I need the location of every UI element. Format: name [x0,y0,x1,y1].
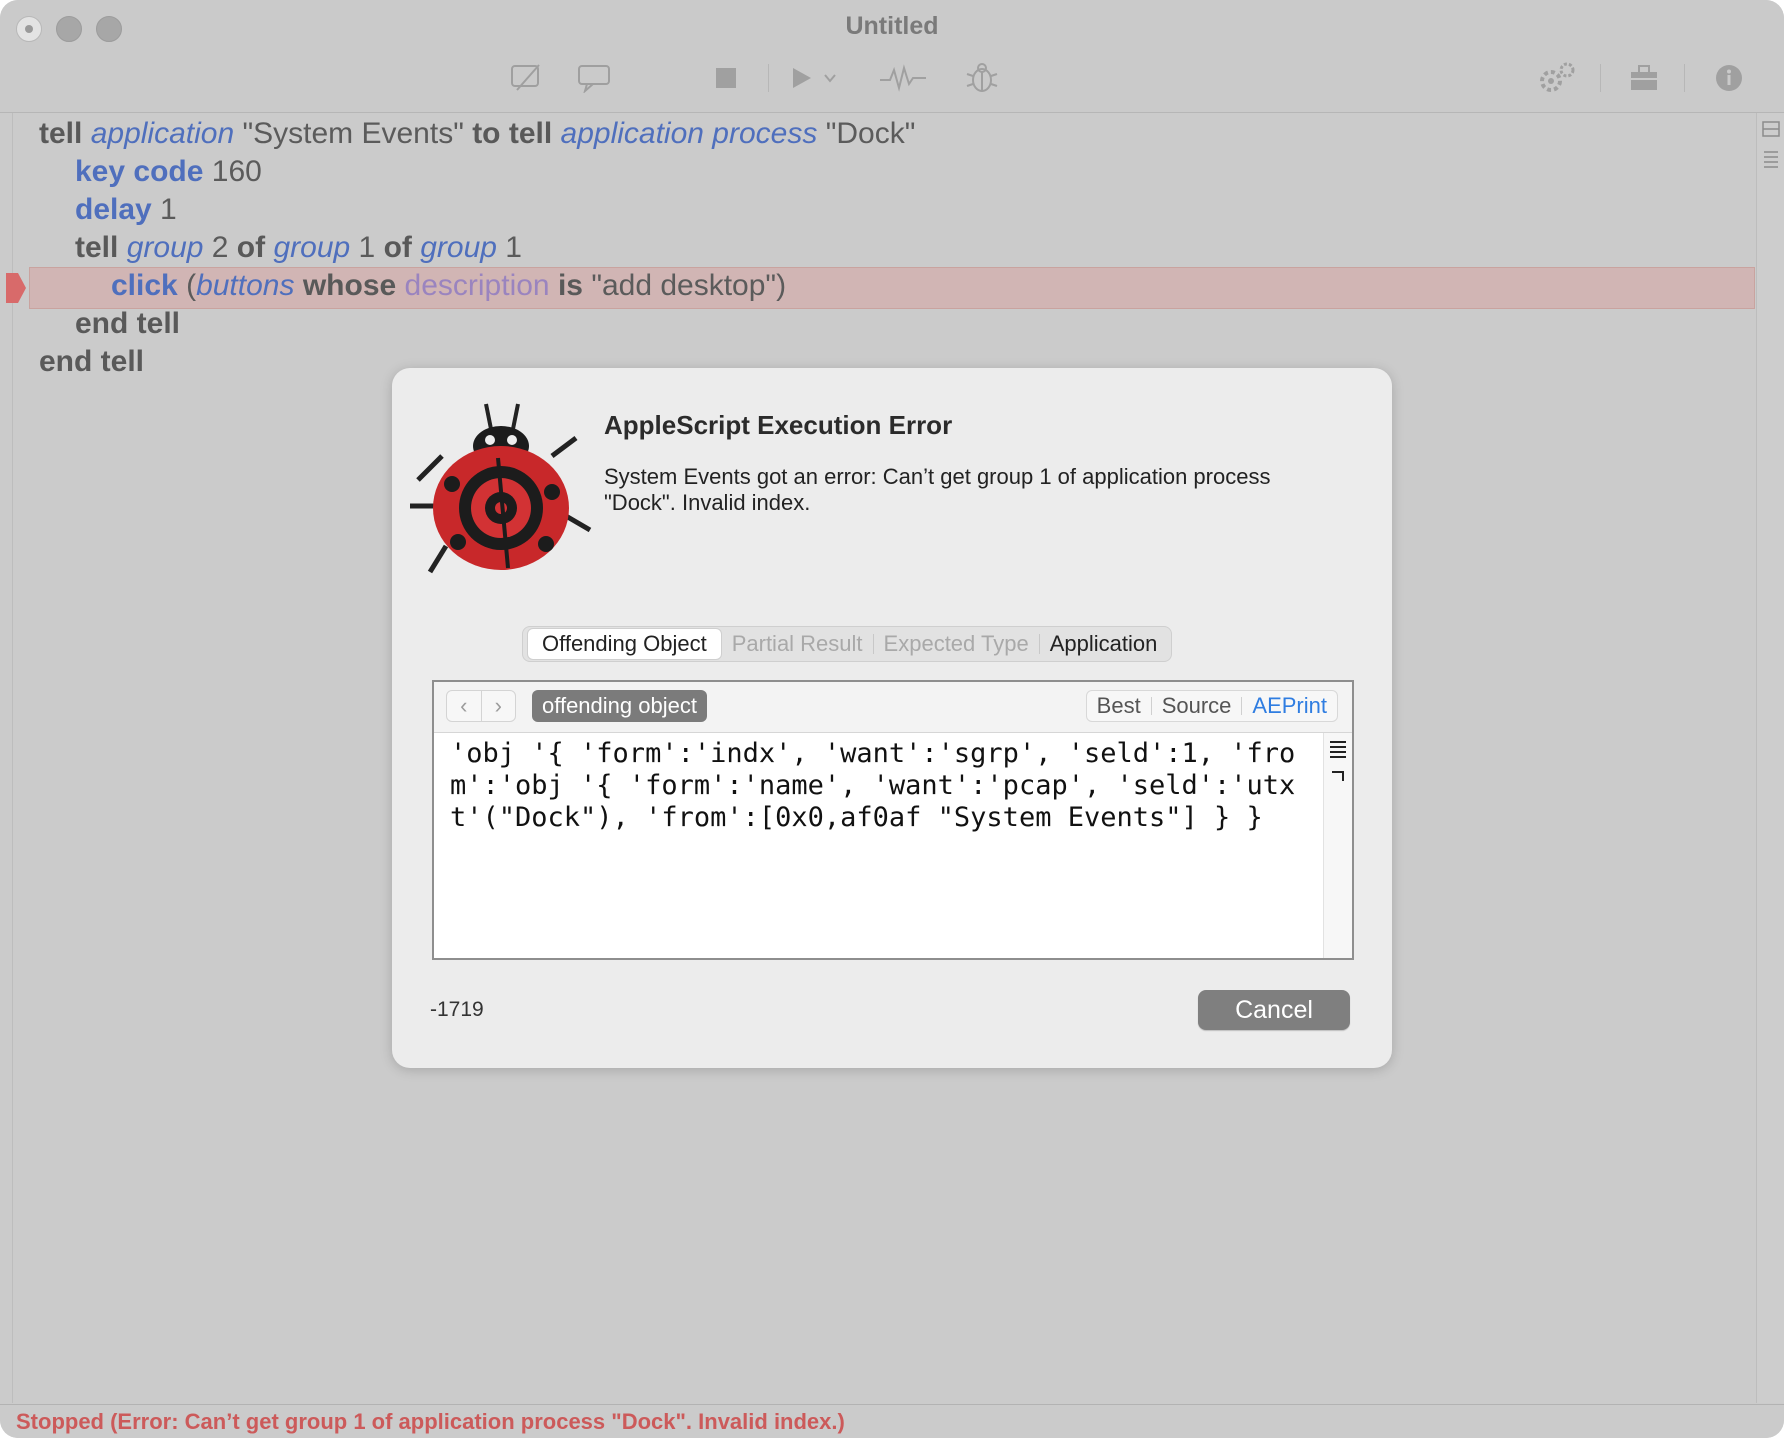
tab-expected-type[interactable]: Expected Type [874,629,1039,659]
split-view-icon[interactable] [1762,121,1780,137]
forward-chevron-icon[interactable]: › [480,691,516,721]
navigation-bar-icon[interactable] [1762,149,1780,169]
bug-icon[interactable] [964,60,1000,96]
wrap-lines-icon[interactable] [1328,739,1348,759]
script-editor-window: Untitled tell application "System Events… [0,0,1784,1438]
tab-offending-object[interactable]: Offending Object [527,628,722,660]
tab-application[interactable]: Application [1040,629,1168,659]
info-icon[interactable] [1714,60,1744,96]
error-dialog: AppleScript Execution Error System Event… [392,368,1392,1068]
back-chevron-icon[interactable]: ‹ [447,691,481,721]
error-marker-icon [6,273,26,303]
dialog-message: System Events got an error: Can’t get gr… [604,464,1271,515]
status-text: Stopped (Error: Can’t get group 1 of app… [16,1409,845,1434]
code-line-1: tell application "System Events" to tell… [39,117,916,150]
gear-icon[interactable] [1536,60,1578,96]
editor-side-gutter [1756,113,1784,1403]
code-line-3: delay 1 [75,193,177,226]
chevron-down-icon[interactable] [822,60,838,96]
corner-icon[interactable] [1330,769,1346,783]
code-line-2: key code 160 [75,155,262,188]
dialog-title: AppleScript Execution Error [604,410,953,440]
result-inspector: ‹ › offending object Best Source AEPrint… [432,680,1354,960]
tab-partial-result[interactable]: Partial Result [722,629,873,659]
stop-icon[interactable] [714,60,738,96]
code-line-5: click (buttons whose description is "add… [111,269,787,302]
bundle-icon[interactable] [1628,60,1660,96]
inspector-content[interactable]: 'obj '{ 'form':'indx', 'want':'sgrp', 's… [450,738,1310,834]
code-line-6: end tell [75,307,181,340]
view-mode-segment: Best Source AEPrint [1085,690,1338,722]
comment-icon[interactable] [576,60,612,96]
offending-object-pill[interactable]: offending object [532,690,707,722]
window-title: Untitled [845,12,939,40]
status-bar: Stopped (Error: Can’t get group 1 of app… [0,1404,1784,1438]
inspector-side-bar [1323,733,1352,958]
history-nav: ‹ › [446,690,516,722]
result-tabs: Offending Object Partial Result Expected… [522,626,1173,662]
cancel-button[interactable]: Cancel [1198,990,1350,1030]
code-line-7: end tell [39,345,145,378]
code-line-4: tell group 2 of group 1 of group 1 [75,231,522,264]
error-code: -1719 [430,998,484,1021]
view-best[interactable]: Best [1087,692,1151,720]
run-icon[interactable] [790,60,814,96]
compile-disabled-icon[interactable] [508,60,544,96]
view-source[interactable]: Source [1152,692,1242,720]
ladybug-icon [410,403,592,574]
inspector-header: ‹ › offending object Best Source AEPrint [434,682,1352,733]
view-aeprint[interactable]: AEPrint [1242,692,1337,720]
log-icon[interactable] [878,60,928,96]
titlebar: Untitled [0,0,1784,113]
